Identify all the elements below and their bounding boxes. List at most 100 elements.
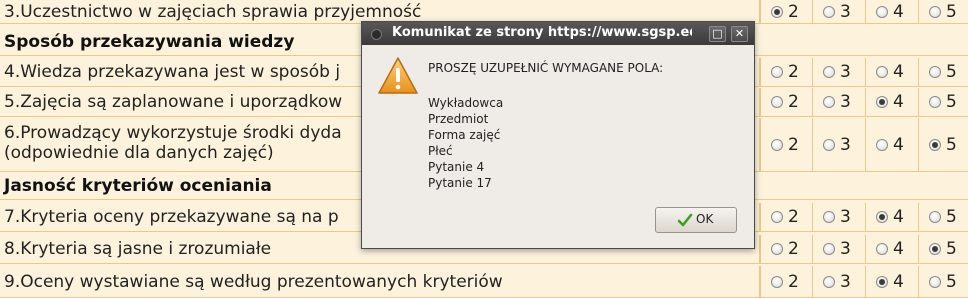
missing-field: Pytanie 4 — [428, 160, 485, 174]
maximize-button[interactable]: □ — [709, 26, 726, 42]
warning-icon — [378, 57, 418, 94]
rating-option-5[interactable]: 5 — [918, 266, 968, 297]
dialog-titlebar[interactable]: Komunikat ze strony https://www.sgsp.ed … — [362, 22, 754, 45]
rating-label: 5 — [946, 92, 957, 112]
missing-field: Przedmiot — [428, 112, 489, 126]
radio-button[interactable] — [876, 276, 888, 288]
rating-option-4[interactable]: 4 — [865, 118, 916, 171]
radio-button[interactable] — [823, 6, 835, 18]
radio-button[interactable] — [929, 96, 941, 108]
rating-option-4[interactable]: 4 — [865, 88, 916, 116]
missing-field: Płeć — [428, 144, 453, 158]
rating-option-5[interactable]: 5 — [918, 235, 968, 263]
radio-button[interactable] — [876, 211, 888, 223]
rating-label: 2 — [788, 239, 799, 259]
question-text-line: (odpowiednie dla danych zajęć) — [4, 143, 274, 163]
missing-field: Wykładowca — [428, 96, 504, 110]
rating-label: 4 — [893, 2, 904, 22]
radio-button[interactable] — [929, 6, 941, 18]
rating-option-4[interactable]: 4 — [865, 266, 916, 297]
rating-option-3[interactable]: 3 — [812, 266, 863, 297]
rating-label: 3 — [840, 135, 851, 155]
radio-button[interactable] — [876, 243, 888, 255]
radio-button[interactable] — [771, 211, 783, 223]
rating-option-5[interactable]: 5 — [918, 58, 968, 86]
maximize-icon: □ — [712, 27, 723, 40]
radio-button[interactable] — [929, 276, 941, 288]
ok-label: OK — [696, 212, 714, 226]
rating-label: 2 — [788, 135, 799, 155]
radio-button[interactable] — [771, 276, 783, 288]
rating-option-2[interactable]: 2 — [759, 88, 811, 116]
radio-button[interactable] — [823, 96, 835, 108]
window-menu-icon[interactable] — [371, 29, 382, 40]
question-text: 8.Kryteria są jasne i zrozumiałe — [4, 239, 272, 259]
rating-option-4[interactable]: 4 — [865, 235, 916, 263]
rating-label: 5 — [946, 272, 957, 292]
section-title: Jasność kryteriów oceniania — [4, 176, 272, 196]
rating-option-3[interactable]: 3 — [812, 0, 863, 23]
rating-label: 3 — [840, 2, 851, 22]
rating-label: 2 — [788, 2, 799, 22]
radio-button[interactable] — [771, 6, 783, 18]
missing-fields-list: Wykładowca Przedmiot Forma zajęć Płeć Py… — [428, 95, 503, 191]
rating-label: 2 — [788, 92, 799, 112]
close-button[interactable]: ✕ — [731, 26, 748, 42]
rating-option-4[interactable]: 4 — [865, 58, 916, 86]
radio-button[interactable] — [771, 243, 783, 255]
rating-option-2[interactable]: 2 — [759, 118, 811, 171]
radio-button[interactable] — [876, 139, 888, 151]
rating-label: 2 — [788, 207, 799, 227]
radio-button[interactable] — [876, 96, 888, 108]
radio-button[interactable] — [929, 139, 941, 151]
rating-option-4[interactable]: 4 — [865, 203, 916, 231]
rating-option-5[interactable]: 5 — [918, 0, 968, 23]
radio-button[interactable] — [929, 66, 941, 78]
rating-option-5[interactable]: 5 — [918, 88, 968, 116]
radio-button[interactable] — [876, 6, 888, 18]
radio-button[interactable] — [876, 66, 888, 78]
question-text: 5.Zajęcia są zaplanowane i uporządkow — [4, 92, 343, 112]
rating-option-2[interactable]: 2 — [759, 0, 811, 23]
rating-label: 4 — [893, 92, 904, 112]
rating-option-2[interactable]: 2 — [759, 58, 811, 86]
question-text: 3.Uczestnictwo w zajęciach sprawia przyj… — [4, 2, 422, 22]
rating-option-2[interactable]: 2 — [759, 203, 811, 231]
ok-button[interactable]: OK — [655, 207, 737, 233]
radio-button[interactable] — [823, 276, 835, 288]
rating-label: 2 — [788, 272, 799, 292]
rating-option-3[interactable]: 3 — [812, 118, 863, 171]
rating-label: 4 — [893, 272, 904, 292]
rating-option-2[interactable]: 2 — [759, 266, 811, 297]
radio-button[interactable] — [929, 211, 941, 223]
rating-label: 5 — [946, 239, 957, 259]
radio-button[interactable] — [823, 66, 835, 78]
radio-button[interactable] — [823, 139, 835, 151]
rating-option-4[interactable]: 4 — [865, 0, 916, 23]
rating-option-3[interactable]: 3 — [812, 58, 863, 86]
rating-option-2[interactable]: 2 — [759, 235, 811, 263]
question-row: 9.Oceny wystawiane są według prezentowan… — [0, 266, 968, 298]
rating-option-5[interactable]: 5 — [918, 203, 968, 231]
radio-button[interactable] — [771, 96, 783, 108]
rating-option-3[interactable]: 3 — [812, 203, 863, 231]
close-icon: ✕ — [734, 27, 745, 40]
question-text-line: 6.Prowadzący wykorzystuje środki dyda — [4, 123, 342, 143]
rating-label: 3 — [840, 272, 851, 292]
rating-option-3[interactable]: 3 — [812, 235, 863, 263]
radio-button[interactable] — [823, 211, 835, 223]
missing-field: Forma zajęć — [428, 128, 501, 142]
question-text: 9.Oceny wystawiane są według prezentowan… — [4, 272, 503, 292]
rating-label: 3 — [840, 62, 851, 82]
radio-button[interactable] — [929, 243, 941, 255]
radio-button[interactable] — [823, 243, 835, 255]
rating-option-3[interactable]: 3 — [812, 88, 863, 116]
dialog-title: Komunikat ze strony https://www.sgsp.ed — [392, 25, 692, 40]
question-text: 6.Prowadzący wykorzystuje środki dyda (od… — [4, 123, 342, 163]
radio-button[interactable] — [771, 139, 783, 151]
rating-label: 4 — [893, 62, 904, 82]
radio-button[interactable] — [771, 66, 783, 78]
rating-option-5[interactable]: 5 — [918, 118, 968, 171]
question-text: 4.Wiedza przekazywana jest w sposób j — [4, 62, 341, 82]
rating-label: 3 — [840, 92, 851, 112]
